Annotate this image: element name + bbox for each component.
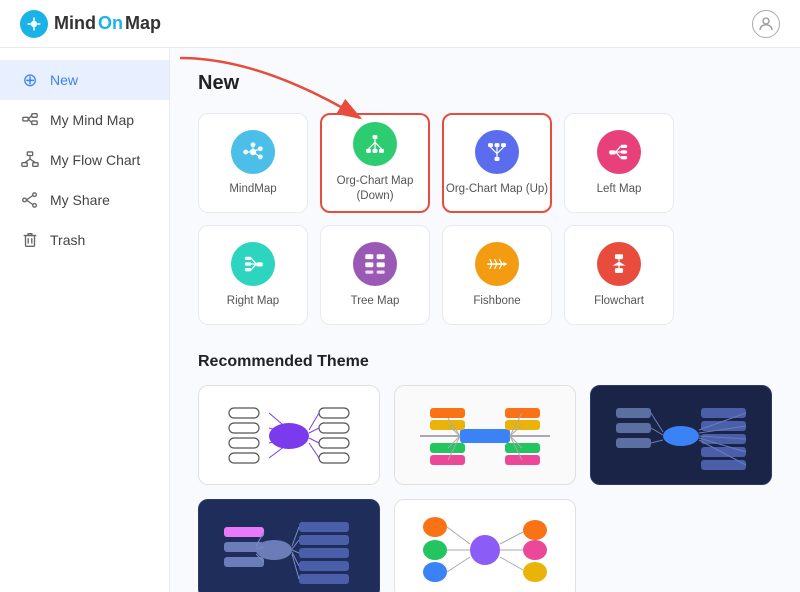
sidebar-item-my-mind-map[interactable]: My Mind Map (0, 100, 169, 140)
flowchart-icon-circle (597, 242, 641, 286)
right-map-label: Right Map (227, 294, 279, 309)
mindmap-icon-circle (231, 130, 275, 174)
sidebar-item-trash-label: Trash (50, 232, 85, 248)
mind-map-icon (20, 110, 40, 130)
sidebar-item-my-flow-chart[interactable]: My Flow Chart (0, 140, 169, 180)
org-chart-down-label: Org-Chart Map(Down) (337, 174, 414, 204)
share-icon (20, 190, 40, 210)
tree-map-icon-circle (353, 242, 397, 286)
recommended-theme-title: Recommended Theme (198, 353, 772, 371)
map-card-right-map[interactable]: Right Map (198, 225, 308, 325)
map-card-tree-map[interactable]: Tree Map (320, 225, 430, 325)
map-card-left-map[interactable]: Left Map (564, 113, 674, 213)
theme-card-3[interactable] (590, 385, 772, 485)
sidebar-item-trash[interactable]: Trash (0, 220, 169, 260)
theme-card-5[interactable] (394, 499, 576, 592)
logo-icon (20, 10, 48, 38)
org-chart-down-icon-circle (353, 122, 397, 166)
header: MindOnMap (0, 0, 800, 48)
trash-icon (20, 230, 40, 250)
flowchart-label: Flowchart (594, 294, 644, 309)
tree-map-label: Tree Map (351, 294, 400, 309)
flow-chart-icon (20, 150, 40, 170)
user-avatar-icon[interactable] (752, 10, 780, 38)
sidebar-item-share-label: My Share (50, 192, 110, 208)
right-map-icon-circle (231, 242, 275, 286)
map-card-mindmap[interactable]: MindMap (198, 113, 308, 213)
theme-card-4[interactable] (198, 499, 380, 592)
new-icon: ⊕ (20, 70, 40, 90)
sidebar-item-new-label: New (50, 72, 78, 88)
map-card-org-chart-down[interactable]: Org-Chart Map(Down) (320, 113, 430, 213)
fishbone-label: Fishbone (473, 294, 520, 309)
main-layout: ⊕ New My Mind Map My Flow Chart My Share (0, 48, 800, 592)
logo-on: On (98, 13, 123, 34)
org-chart-up-label: Org-Chart Map (Up) (446, 182, 548, 197)
sidebar-item-my-share[interactable]: My Share (0, 180, 169, 220)
sidebar: ⊕ New My Mind Map My Flow Chart My Share (0, 48, 170, 592)
org-chart-up-icon-circle (475, 130, 519, 174)
sidebar-item-new[interactable]: ⊕ New (0, 60, 169, 100)
logo: MindOnMap (20, 10, 161, 38)
theme-card-1[interactable] (198, 385, 380, 485)
left-map-icon-circle (597, 130, 641, 174)
new-section-title: New (198, 72, 772, 95)
map-type-grid: MindMap Org-Chart Map(Down) Org-Chart Ma… (198, 113, 772, 325)
map-card-flowchart[interactable]: Flowchart (564, 225, 674, 325)
sidebar-item-mind-map-label: My Mind Map (50, 112, 134, 128)
sidebar-item-flow-chart-label: My Flow Chart (50, 152, 140, 168)
mindmap-label: MindMap (229, 182, 276, 197)
theme-card-2[interactable] (394, 385, 576, 485)
content-area: New MindMap Org-Chart Map(Down) (170, 48, 800, 592)
left-map-label: Left Map (597, 182, 642, 197)
theme-grid (198, 385, 772, 592)
map-card-fishbone[interactable]: Fishbone (442, 225, 552, 325)
logo-mind: Mind (54, 13, 96, 34)
fishbone-icon-circle (475, 242, 519, 286)
logo-map: Map (125, 13, 161, 34)
map-card-org-chart-up[interactable]: Org-Chart Map (Up) (442, 113, 552, 213)
